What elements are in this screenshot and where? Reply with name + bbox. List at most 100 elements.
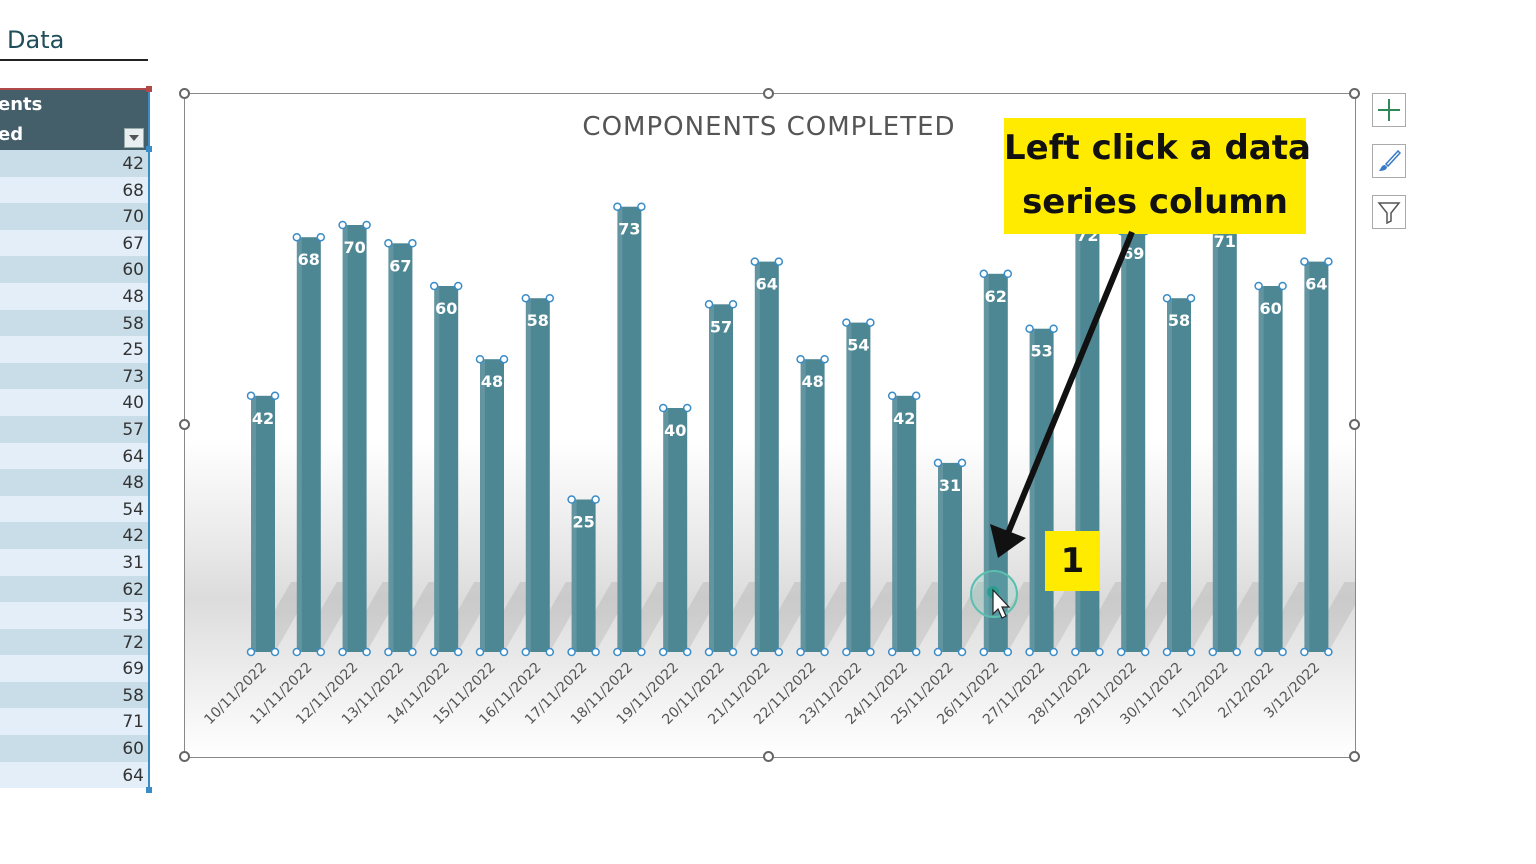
selection-handle[interactable] bbox=[591, 495, 600, 504]
resize-handle-top-right[interactable] bbox=[1349, 88, 1360, 99]
selection-handle[interactable] bbox=[1162, 293, 1172, 303]
selection-handle[interactable] bbox=[887, 647, 897, 657]
selection-handle[interactable] bbox=[292, 647, 302, 657]
table-row[interactable]: 48 bbox=[0, 282, 148, 310]
selection-handle[interactable] bbox=[362, 647, 371, 657]
selection-handle[interactable] bbox=[1232, 647, 1242, 657]
selection-handle[interactable] bbox=[796, 354, 805, 364]
selection-handle[interactable] bbox=[820, 647, 829, 657]
selection-handle[interactable] bbox=[1300, 257, 1309, 266]
selection-handle[interactable] bbox=[887, 391, 897, 401]
resize-handle-bottom-right[interactable] bbox=[1349, 751, 1360, 762]
selection-handle[interactable] bbox=[1254, 647, 1263, 657]
table-row[interactable]: 54 bbox=[0, 495, 148, 523]
selection-handle[interactable] bbox=[979, 269, 989, 279]
table-row[interactable]: 40 bbox=[0, 389, 148, 416]
selection-handle[interactable] bbox=[1025, 647, 1034, 657]
chart-filters-button[interactable] bbox=[1372, 195, 1406, 229]
selection-handle[interactable] bbox=[658, 647, 668, 657]
table-row[interactable]: 42 bbox=[0, 522, 148, 549]
selection-handle[interactable] bbox=[842, 647, 851, 657]
table-row[interactable]: 58 bbox=[0, 681, 148, 709]
selection-handle[interactable] bbox=[658, 403, 668, 413]
table-row[interactable]: 25 bbox=[0, 336, 148, 363]
selection-handle[interactable] bbox=[384, 647, 393, 657]
selection-handle[interactable] bbox=[246, 391, 256, 401]
selection-handle[interactable] bbox=[499, 647, 509, 657]
selection-handle[interactable] bbox=[957, 647, 967, 657]
selection-handle[interactable] bbox=[521, 293, 531, 303]
resize-handle-bottom[interactable] bbox=[763, 751, 774, 762]
selection-handle[interactable] bbox=[429, 281, 439, 291]
table-row[interactable]: 64 bbox=[0, 761, 148, 789]
filter-dropdown-button[interactable] bbox=[124, 128, 144, 148]
selection-handle[interactable] bbox=[338, 647, 347, 657]
selection-handle[interactable] bbox=[774, 647, 784, 657]
selection-handle[interactable] bbox=[728, 300, 738, 309]
selection-handle[interactable] bbox=[1186, 647, 1196, 657]
selection-handle[interactable] bbox=[270, 647, 280, 657]
resize-handle-bottom-left[interactable] bbox=[179, 751, 190, 762]
selection-handle[interactable] bbox=[567, 647, 576, 657]
table-row[interactable]: 57 bbox=[0, 415, 148, 443]
selection-handle[interactable] bbox=[1208, 647, 1218, 657]
selection-handle[interactable] bbox=[408, 647, 417, 657]
chart-title[interactable]: COMPONENTS COMPLETED bbox=[582, 112, 955, 142]
selection-handle[interactable] bbox=[1095, 647, 1104, 657]
selection-handle[interactable] bbox=[774, 257, 784, 266]
selection-handle[interactable] bbox=[682, 403, 692, 413]
selection-handle[interactable] bbox=[338, 220, 347, 230]
table-row[interactable]: 60 bbox=[0, 735, 148, 762]
selection-handle[interactable] bbox=[475, 647, 485, 657]
selection-handle[interactable] bbox=[1003, 647, 1013, 657]
selection-handle[interactable] bbox=[1116, 647, 1126, 657]
resize-handle-right[interactable] bbox=[1349, 419, 1360, 430]
table-row[interactable]: 42 bbox=[0, 150, 148, 177]
table-row[interactable]: 60 bbox=[0, 256, 148, 283]
selection-handle[interactable] bbox=[521, 647, 531, 657]
resize-handle-left[interactable] bbox=[179, 419, 190, 430]
table-row[interactable]: 67 bbox=[0, 229, 148, 257]
selection-handle[interactable] bbox=[796, 647, 805, 657]
selection-handle[interactable] bbox=[1186, 293, 1196, 303]
table-row[interactable]: 64 bbox=[0, 442, 148, 470]
selection-handle[interactable] bbox=[1025, 324, 1034, 333]
selection-handle[interactable] bbox=[545, 647, 555, 657]
chart-elements-button[interactable] bbox=[1372, 93, 1406, 127]
selection-handle[interactable] bbox=[1162, 647, 1172, 657]
selection-handle[interactable] bbox=[475, 354, 485, 364]
selection-handle[interactable] bbox=[362, 220, 371, 230]
selection-handle[interactable] bbox=[429, 647, 439, 657]
selection-handle[interactable] bbox=[704, 300, 714, 309]
selection-handle[interactable] bbox=[637, 202, 646, 211]
table-row[interactable]: 62 bbox=[0, 575, 148, 603]
resize-handle-top[interactable] bbox=[763, 88, 774, 99]
selection-handle[interactable] bbox=[866, 318, 875, 327]
selection-handle[interactable] bbox=[1049, 647, 1058, 657]
selection-handle[interactable] bbox=[682, 647, 692, 657]
selection-handle[interactable] bbox=[1003, 269, 1013, 279]
selection-handle[interactable] bbox=[957, 458, 967, 468]
table-row[interactable]: 72 bbox=[0, 628, 148, 656]
selection-handle[interactable] bbox=[933, 458, 943, 468]
selection-handle[interactable] bbox=[1324, 647, 1333, 657]
selection-handle[interactable] bbox=[567, 495, 576, 504]
table-row[interactable]: 73 bbox=[0, 362, 148, 390]
selection-handle[interactable] bbox=[613, 202, 622, 211]
selection-handle[interactable] bbox=[1049, 324, 1058, 333]
selection-handle[interactable] bbox=[384, 239, 393, 248]
selection-handle[interactable] bbox=[750, 647, 760, 657]
table-row[interactable]: 58 bbox=[0, 309, 148, 337]
table-row[interactable]: 31 bbox=[0, 548, 148, 576]
table-row[interactable]: 53 bbox=[0, 602, 148, 629]
selection-handle[interactable] bbox=[408, 239, 417, 248]
selection-handle[interactable] bbox=[637, 647, 646, 657]
selection-handle[interactable] bbox=[933, 647, 943, 657]
selection-handle[interactable] bbox=[1324, 257, 1333, 266]
selection-handle[interactable] bbox=[750, 257, 760, 266]
selection-handle[interactable] bbox=[246, 647, 256, 657]
selection-handle[interactable] bbox=[591, 647, 600, 657]
selection-handle[interactable] bbox=[1278, 647, 1287, 657]
selection-handle[interactable] bbox=[866, 647, 875, 657]
selection-handle[interactable] bbox=[728, 647, 738, 657]
